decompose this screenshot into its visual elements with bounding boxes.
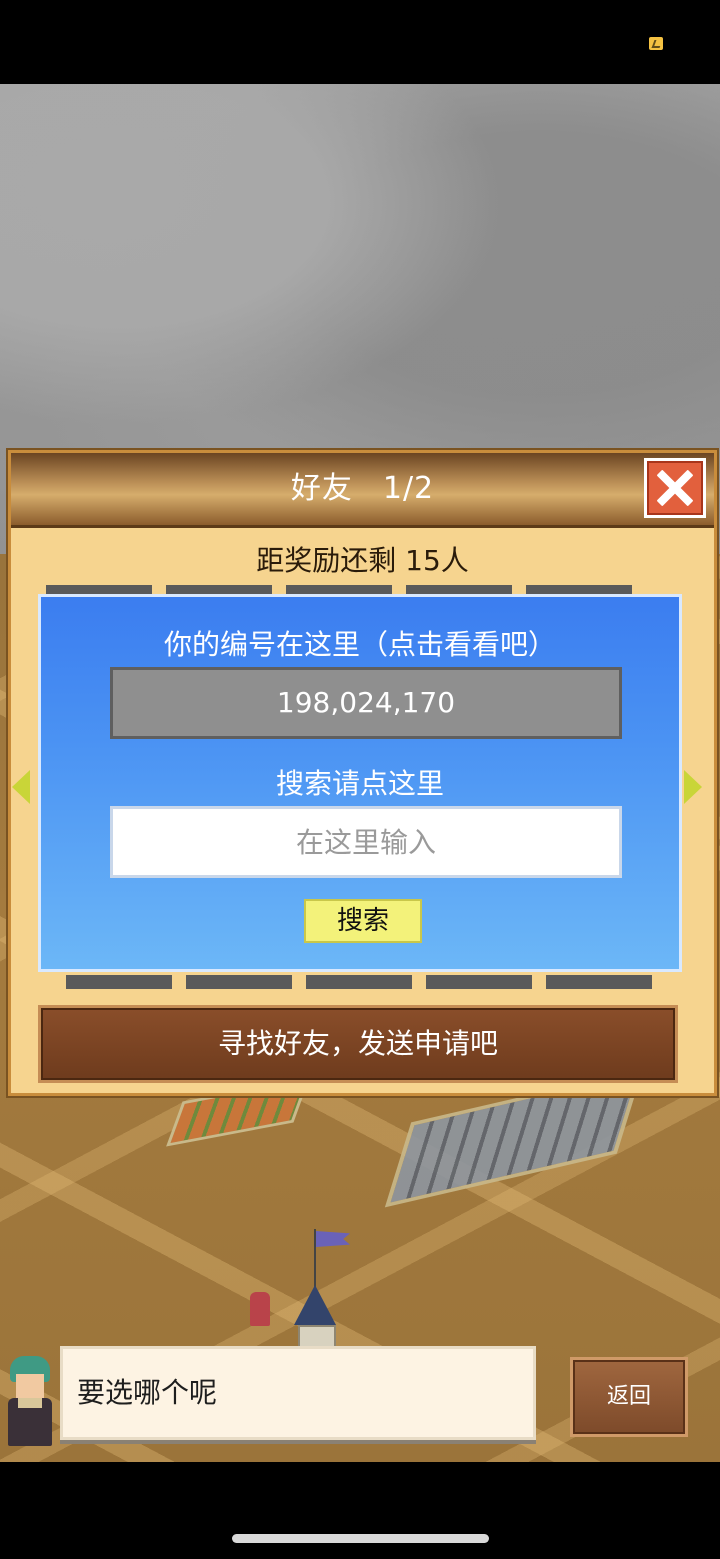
friend-slots-bottom [38,975,678,991]
friend-slot [66,975,172,989]
battery-icon [649,37,663,50]
dialog-header: 好友 1/2 [11,453,714,528]
flag-icon [316,1231,350,1247]
back-button[interactable]: 返回 [570,1357,688,1437]
search-input[interactable] [110,806,622,878]
arrow-left-icon[interactable] [12,770,30,804]
advisor-avatar [2,1350,64,1448]
friend-slot [546,975,652,989]
close-icon [647,461,703,515]
speech-bubble: 要选哪个呢 [60,1346,536,1440]
search-label[interactable]: 搜索请点这里 [41,762,679,802]
arrow-right-icon[interactable] [684,770,702,804]
speech-text: 要选哪个呢 [77,1376,218,1409]
find-friends-button[interactable]: 寻找好友，发送申请吧 [38,1005,678,1083]
dialog-title: 好友 1/2 [11,453,714,525]
friend-slot [186,975,292,989]
player-id-label: 你的编号在这里（点击看看吧） [163,628,556,661]
home-indicator[interactable] [232,1534,489,1543]
friend-search-panel: 你的编号在这里（点击看看吧） 198,024,170 搜索请点这里 搜索 [38,594,682,972]
dialog-title-text: 好友 [290,471,353,506]
system-nav-bar [0,1462,720,1559]
player-id-display[interactable]: 198,024,170 [110,667,622,739]
villager-sprite [250,1292,270,1326]
search-button[interactable]: 搜索 [304,899,422,943]
friend-slot [306,975,412,989]
close-button[interactable] [644,458,706,518]
reward-remaining-text: 距奖励还剩 15人 [256,544,469,577]
page-indicator: 1/2 [382,471,435,506]
status-bar [0,0,720,84]
friend-slot [426,975,532,989]
